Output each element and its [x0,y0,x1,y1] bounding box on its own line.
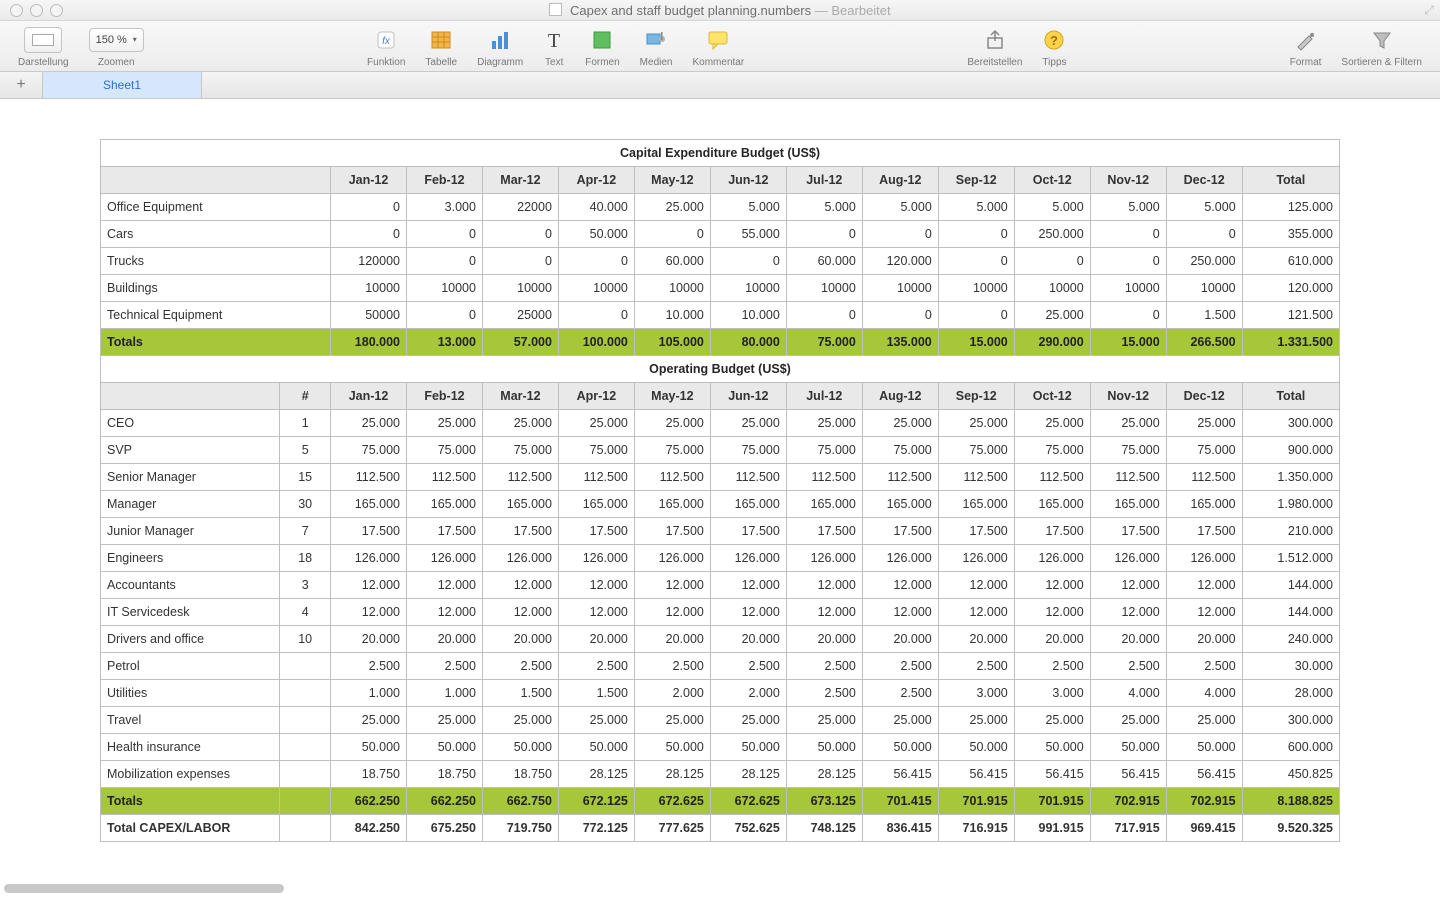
tips-icon: ? [1043,29,1065,51]
table-row: Technical Equipment50000025000010.00010.… [101,302,1340,329]
text-icon: T [543,29,565,51]
document-icon [549,3,562,16]
svg-text:?: ? [1050,33,1058,48]
grand-total-row: Total CAPEX/LABOR842.250675.250719.75077… [101,815,1340,842]
table-row: Junior Manager717.50017.50017.50017.5001… [101,518,1340,545]
table-icon [430,29,452,51]
table-row: Accountants312.00012.00012.00012.00012.0… [101,572,1340,599]
function-icon: fx [375,29,397,51]
toolbar-zoom[interactable]: 150 %▾ Zoomen [89,25,144,68]
table-row: Buildings1000010000100001000010000100001… [101,275,1340,302]
toolbar-tips[interactable]: ? Tipps [1042,25,1066,68]
toolbar-table[interactable]: Tabelle [425,25,457,68]
toolbar-function[interactable]: fx Funktion [367,25,405,68]
app-window: Capex and staff budget planning.numbers … [0,0,1440,900]
share-icon [984,29,1006,51]
table-row: SVP575.00075.00075.00075.00075.00075.000… [101,437,1340,464]
comment-icon [707,29,729,51]
toolbar-share[interactable]: Bereitstellen [967,25,1022,68]
capex-totals-row: Totals180.00013.00057.000100.000105.0008… [101,329,1340,356]
table-row: Health insurance50.00050.00050.00050.000… [101,734,1340,761]
toolbar-shapes[interactable]: Formen [585,25,619,68]
titlebar: Capex and staff budget planning.numbers … [0,0,1440,21]
toolbar-chart[interactable]: Diagramm [477,25,523,68]
tab-sheet1[interactable]: Sheet1 [43,72,202,98]
table-row: Engineers18126.000126.000126.000126.0001… [101,545,1340,572]
media-icon [645,29,667,51]
toolbar-text[interactable]: T Text [543,25,565,68]
toolbar-format[interactable]: Format [1290,25,1322,68]
view-icon [24,27,62,53]
table-row: Petrol2.5002.5002.5002.5002.5002.5002.50… [101,653,1340,680]
toolbar: Darstellung 150 %▾ Zoomen fx Funktion Ta… [0,21,1440,72]
toolbar-comment[interactable]: Kommentar [692,25,744,68]
sheet-tab-bar: + Sheet1 [0,72,1440,99]
expand-icon[interactable]: ⤢ [1424,3,1434,18]
chart-icon [489,29,511,51]
shapes-icon [591,29,613,51]
format-icon [1295,29,1317,51]
document-filename: Capex and staff budget planning.numbers [570,3,811,18]
table-row: Utilities1.0001.0001.5001.5002.0002.0002… [101,680,1340,707]
toolbar-sortfilter[interactable]: Sortieren & Filtern [1341,25,1422,68]
zoom-select[interactable]: 150 %▾ [89,28,144,52]
table-row: Trucks12000000060.000060.000120.00000025… [101,248,1340,275]
table-row: CEO125.00025.00025.00025.00025.00025.000… [101,410,1340,437]
table-row: Manager30165.000165.000165.000165.000165… [101,491,1340,518]
toolbar-media[interactable]: Medien [640,25,673,68]
table-row: Mobilization expenses18.75018.75018.7502… [101,761,1340,788]
window-title: Capex and staff budget planning.numbers … [0,3,1440,18]
horizontal-scrollbar[interactable] [4,884,1436,898]
opex-title[interactable]: Operating Budget (US$) [101,356,1340,383]
table-row: Travel25.00025.00025.00025.00025.00025.0… [101,707,1340,734]
table-row: IT Servicedesk412.00012.00012.00012.0001… [101,599,1340,626]
table-row: Senior Manager15112.500112.500112.500112… [101,464,1340,491]
toolbar-view[interactable]: Darstellung [18,25,69,68]
opex-totals-row: Totals662.250662.250662.750672.125672.62… [101,788,1340,815]
filter-icon [1371,29,1393,51]
canvas[interactable]: Capital Expenditure Budget (US$)Jan-12Fe… [0,99,1440,900]
table-row: Office Equipment03.0002200040.00025.0005… [101,194,1340,221]
svg-text:fx: fx [382,36,391,47]
document-status: Bearbeitet [831,3,890,18]
budget-table[interactable]: Capital Expenditure Budget (US$)Jan-12Fe… [100,139,1340,842]
svg-text:T: T [548,30,560,51]
add-sheet-button[interactable]: + [0,72,43,98]
table-row: Cars00050.000055.000000250.00000355.000 [101,221,1340,248]
capex-title[interactable]: Capital Expenditure Budget (US$) [101,140,1340,167]
table-row: Drivers and office1020.00020.00020.00020… [101,626,1340,653]
